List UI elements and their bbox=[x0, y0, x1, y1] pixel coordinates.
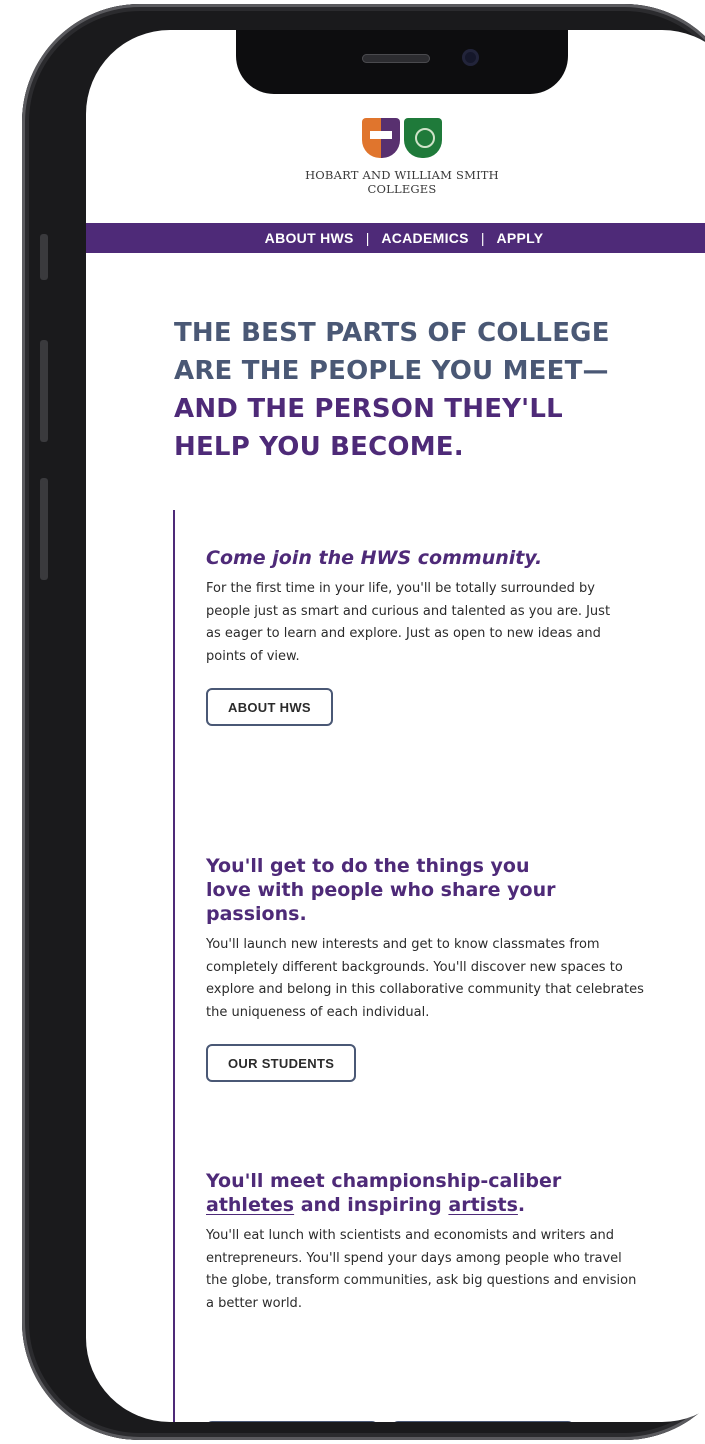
nav-separator: | bbox=[365, 230, 370, 246]
section-passions: You'll get to do the things you love wit… bbox=[206, 854, 644, 1082]
nav-apply[interactable]: APPLY bbox=[496, 230, 543, 246]
section-heading: You'll get to do the things you love wit… bbox=[206, 855, 556, 925]
content-rail bbox=[173, 510, 175, 1422]
speaker-grille bbox=[362, 54, 430, 63]
partial-button[interactable] bbox=[206, 1421, 378, 1422]
our-students-button[interactable]: OUR STUDENTS bbox=[206, 1044, 357, 1082]
phone-frame: HOBART AND WILLIAM SMITH COLLEGES ABOUT … bbox=[22, 4, 705, 1440]
front-camera-icon bbox=[462, 49, 479, 66]
artists-link[interactable]: artists bbox=[448, 1194, 518, 1216]
section-community: Come join the HWS community. For the fir… bbox=[206, 546, 626, 726]
partial-button[interactable] bbox=[392, 1421, 574, 1422]
section-heading: You'll meet championship-caliber athlete… bbox=[206, 1169, 644, 1217]
notch bbox=[236, 30, 568, 94]
mute-switch bbox=[40, 234, 48, 280]
logo-wordmark: HOBART AND WILLIAM SMITH COLLEGES bbox=[86, 168, 705, 196]
volume-down-button bbox=[40, 478, 48, 580]
section-body: For the first time in your life, you'll … bbox=[206, 581, 611, 664]
section-body: You'll launch new interests and get to k… bbox=[206, 937, 644, 1020]
logo-line-2: COLLEGES bbox=[367, 182, 437, 196]
main-nav: ABOUT HWS | ACADEMICS | APPLY bbox=[86, 223, 705, 253]
hero-line-3: AND THE PERSON THEY'LL bbox=[174, 394, 563, 424]
nav-academics[interactable]: ACADEMICS bbox=[381, 230, 468, 246]
screenshot-stage: HOBART AND WILLIAM SMITH COLLEGES ABOUT … bbox=[0, 0, 705, 1444]
heading-text: . bbox=[517, 1194, 526, 1216]
william-smith-shield-icon bbox=[404, 118, 442, 158]
hero-line-1: THE BEST PARTS OF COLLEGE bbox=[174, 318, 610, 348]
about-hws-button[interactable]: ABOUT HWS bbox=[206, 688, 333, 726]
logo-shields bbox=[362, 118, 442, 158]
nav-about-hws[interactable]: ABOUT HWS bbox=[265, 230, 354, 246]
nav-separator: | bbox=[480, 230, 485, 246]
section-athletes-artists: You'll meet championship-caliber athlete… bbox=[206, 1169, 644, 1315]
site-logo[interactable]: HOBART AND WILLIAM SMITH COLLEGES bbox=[86, 118, 705, 196]
hero-heading: THE BEST PARTS OF COLLEGE ARE THE PEOPLE… bbox=[174, 314, 654, 466]
phone-screen: HOBART AND WILLIAM SMITH COLLEGES ABOUT … bbox=[86, 30, 705, 1422]
heading-text: and inspiring bbox=[300, 1194, 442, 1216]
hero-line-4: HELP YOU BECOME. bbox=[174, 432, 464, 462]
hobart-shield-icon bbox=[362, 118, 400, 158]
volume-up-button bbox=[40, 340, 48, 442]
hero-line-2: ARE THE PEOPLE YOU MEET— bbox=[174, 356, 609, 386]
logo-line-1: HOBART AND WILLIAM SMITH bbox=[305, 168, 499, 182]
athletes-link[interactable]: athletes bbox=[206, 1194, 294, 1216]
section-heading: Come join the HWS community. bbox=[206, 547, 543, 569]
section-body: You'll eat lunch with scientists and eco… bbox=[206, 1228, 637, 1311]
heading-text: You'll meet championship-caliber bbox=[206, 1170, 562, 1192]
